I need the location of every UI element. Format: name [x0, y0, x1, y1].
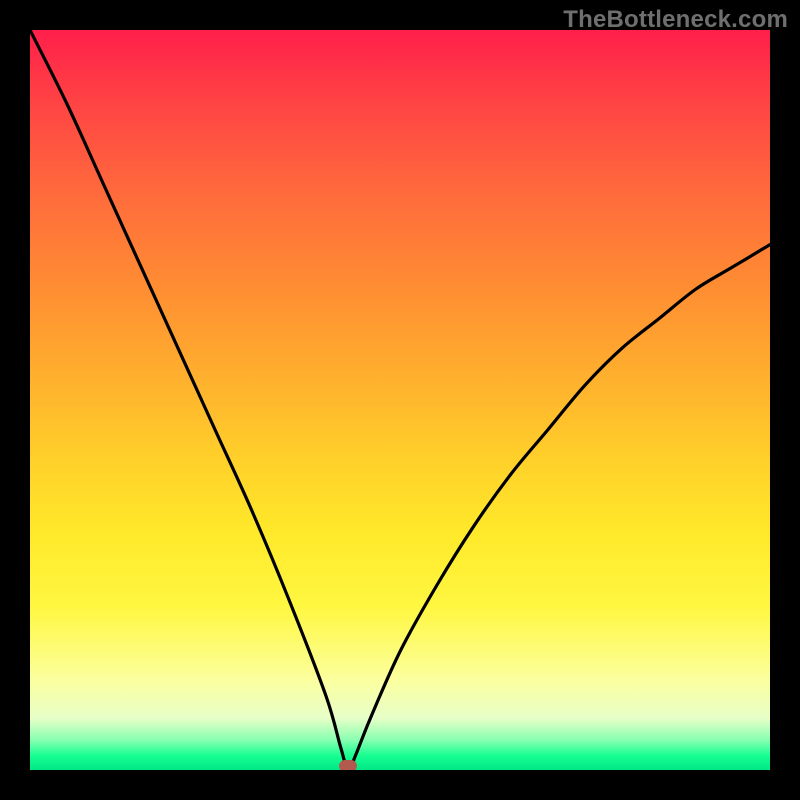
watermark-text: TheBottleneck.com	[563, 6, 788, 34]
optimal-point-marker	[339, 760, 357, 770]
plot-area	[30, 30, 770, 770]
chart-frame: TheBottleneck.com	[0, 0, 800, 800]
bottleneck-curve	[30, 30, 770, 770]
